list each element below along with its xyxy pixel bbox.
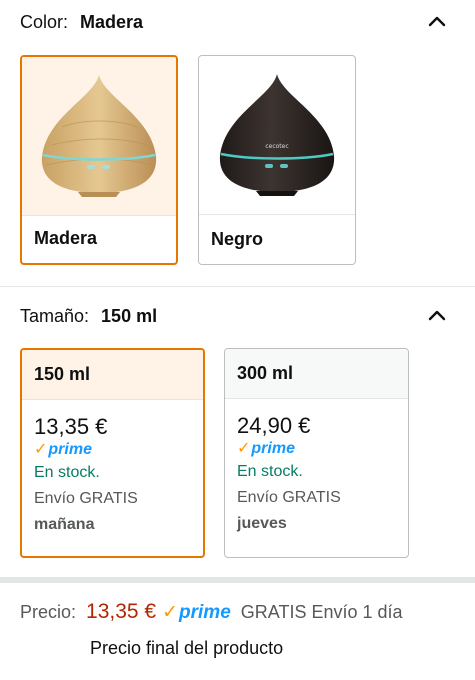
check-icon: ✓ [34, 441, 48, 458]
color-option-negro[interactable]: cecotec Negro [198, 55, 356, 265]
size-option-price: 24,90 € [237, 413, 311, 438]
final-price-note: Precio final del producto [90, 638, 284, 658]
price-bar: Precio: 13,35 € ✓ prime GRATIS Envío 1 dí… [20, 600, 465, 659]
size-option-title: 150 ml [22, 350, 203, 400]
color-option-label: Negro [211, 229, 264, 249]
stock-status: En stock. [237, 463, 303, 480]
color-label: Color: [20, 11, 69, 32]
color-option-madera[interactable]: Madera [20, 55, 178, 265]
brand-logo: cecotec [265, 143, 288, 150]
color-option-label: Madera [34, 228, 98, 248]
size-option-300ml[interactable]: 300 ml 24,90 € ✓ prime En stock. Envío GR… [224, 348, 409, 558]
price-value: 13,35 € [86, 600, 157, 623]
size-label: Tamaño: [20, 305, 90, 326]
shipping-summary: GRATIS Envío 1 día [240, 602, 403, 622]
diffuser-black-image: cecotec [199, 56, 355, 214]
diffuser-wood-image [22, 57, 176, 215]
swatch-divider [199, 214, 355, 215]
swatch-divider [22, 215, 176, 216]
chevron-up-icon[interactable] [427, 12, 447, 32]
shipping-info: Envío GRATIS [237, 489, 341, 506]
size-selected-value: 150 ml [101, 305, 158, 326]
prime-badge: ✓ prime [237, 440, 295, 457]
price-label: Precio: [20, 602, 77, 622]
delivery-day: mañana [34, 516, 95, 533]
size-option-title: 300 ml [225, 349, 408, 399]
color-header[interactable]: Color: Madera [20, 10, 455, 34]
check-icon: ✓ [162, 602, 179, 623]
shipping-info: Envío GRATIS [34, 490, 138, 507]
size-option-150ml[interactable]: 150 ml 13,35 € ✓ prime En stock. Envío GR… [20, 348, 205, 558]
check-icon: ✓ [237, 440, 251, 457]
color-selected-value: Madera [80, 11, 144, 32]
section-divider [0, 286, 475, 287]
chevron-up-icon[interactable] [427, 306, 447, 326]
prime-badge: ✓ prime [34, 441, 92, 458]
size-header[interactable]: Tamaño: 150 ml [20, 304, 455, 328]
delivery-day: jueves [237, 515, 287, 532]
prime-badge: ✓ prime [162, 602, 231, 623]
stock-status: En stock. [34, 464, 100, 481]
price-bar-divider [0, 577, 475, 583]
size-option-price: 13,35 € [34, 414, 108, 439]
